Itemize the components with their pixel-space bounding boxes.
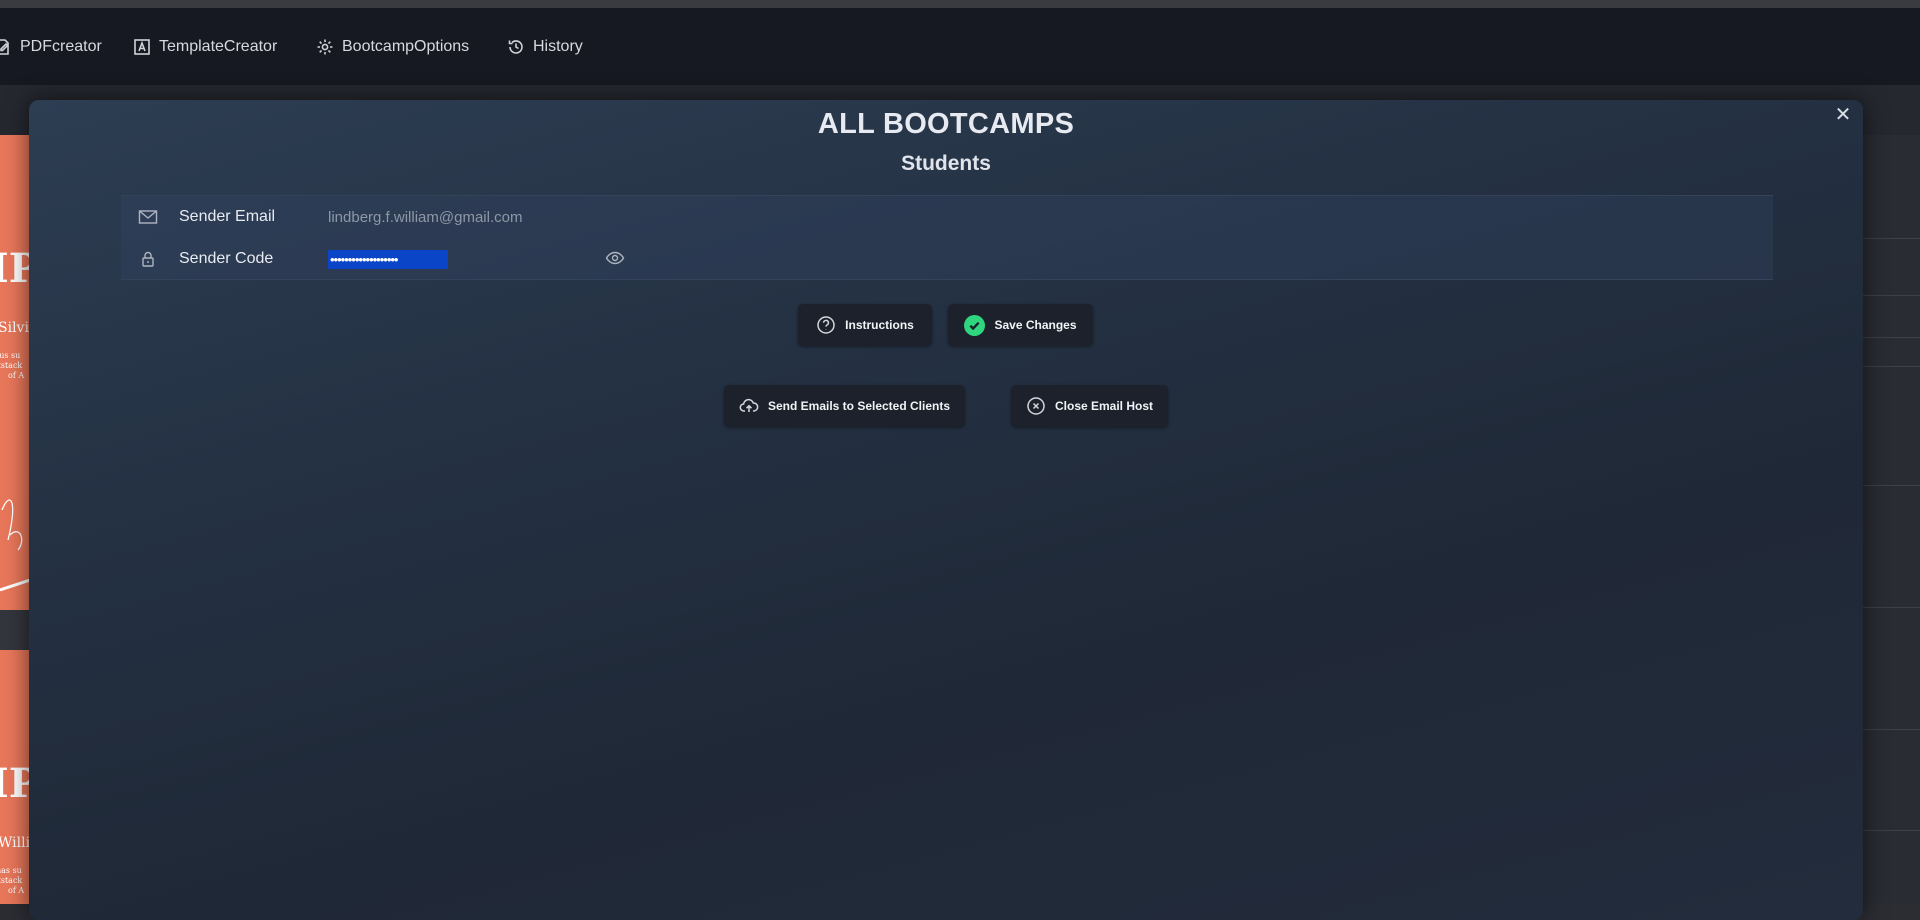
mail-icon [138,210,158,224]
close-circle-icon [1027,397,1045,415]
cert-heading: IP [0,760,30,807]
nav-item-templatecreator[interactable]: TemplateCreator [133,36,277,58]
cert-name: Willia [0,835,30,851]
nav-item-bootcampoptions[interactable]: BootcampOptions [316,36,469,58]
gear-icon [317,39,333,55]
modal-title: ALL BOOTCAMPS [817,108,1075,140]
edit-doc-icon [0,39,9,55]
modal-subtitle: Students [901,152,991,175]
background-table-edge [1862,135,1920,904]
save-changes-button-label: Save Changes [994,318,1077,332]
cloud-upload-icon [739,398,759,412]
signature-graphic [0,499,30,592]
close-email-host-button-label: Close Email Host [1054,399,1154,413]
eye-icon [605,251,625,265]
show-password-toggle[interactable] [605,248,627,270]
lock-icon [142,251,154,267]
nav-item-label: PDFcreator [20,38,102,55]
history-icon [508,40,523,54]
template-icon [134,39,150,55]
cert-text: of A [8,371,25,380]
cert-text: Jus su [0,351,21,360]
nav-item-history[interactable]: History [507,36,583,58]
background-certificate: IP Silvi Jus su kstack of A [0,135,30,610]
top-navbar: PDFcreator TemplateCreator BootcampOptio… [0,8,1920,85]
sender-code-field[interactable]: ••••••••••••••••••• [328,250,448,269]
sender-code-label: Sender Code [179,250,274,267]
nav-item-label: TemplateCreator [159,38,278,55]
cert-text: of A [8,886,25,895]
instructions-button[interactable]: Instructions [798,304,932,346]
sender-code-row: Sender Code ••••••••••••••••••• [121,238,1773,280]
window-top-edge [0,0,1920,8]
send-emails-button-label: Send Emails to Selected Clients [767,399,951,413]
cert-name: Silvi [0,320,29,336]
send-emails-button[interactable]: Send Emails to Selected Clients [724,385,965,427]
cert-text: has su [0,866,22,875]
sender-settings-table: Sender Email lindberg.f.william@gmail.co… [121,195,1773,280]
instructions-button-label: Instructions [845,318,914,332]
question-circle-icon [817,316,835,334]
check-circle-icon [964,314,986,336]
sender-email-field[interactable]: lindberg.f.william@gmail.com [328,209,522,226]
background-certificate: IP Willia has su kstack of A [0,650,30,904]
nav-item-label: BootcampOptions [342,38,470,55]
sender-email-row: Sender Email lindberg.f.william@gmail.co… [121,196,1773,238]
cert-text: kstack [0,361,23,370]
nav-item-pdfcreator[interactable]: PDFcreator [0,36,102,58]
cert-heading: IP [0,245,30,292]
background-divider [0,610,30,650]
save-changes-button[interactable]: Save Changes [948,304,1093,346]
nav-item-label: History [533,38,583,55]
sender-email-label: Sender Email [179,208,276,225]
cert-text: kstack [0,876,23,885]
close-email-host-button[interactable]: Close Email Host [1011,385,1168,427]
